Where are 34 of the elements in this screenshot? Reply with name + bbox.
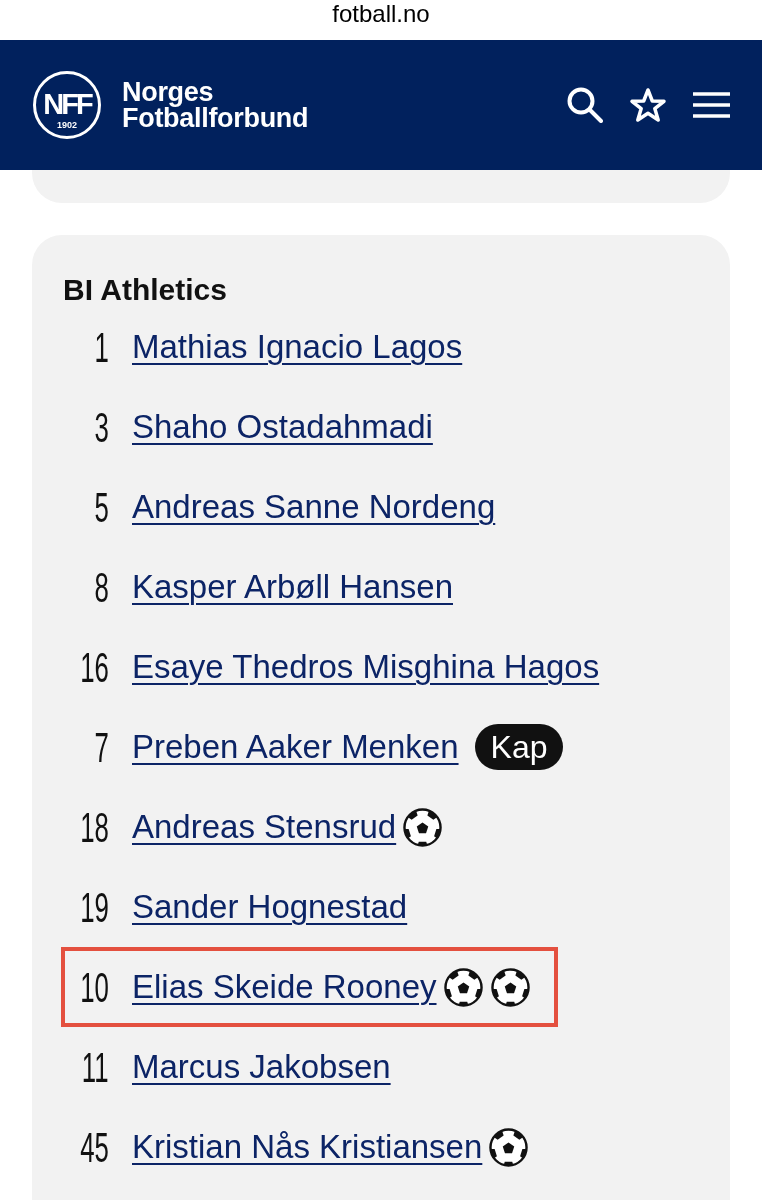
player-link[interactable]: Elias Skeide Rooney [132, 967, 437, 1007]
player-link[interactable]: Kristian Nås Kristiansen [132, 1127, 483, 1167]
player-link[interactable]: Kasper Arbøll Hansen [132, 567, 453, 607]
player-link[interactable]: Mathias Ignacio Lagos [132, 327, 463, 367]
player-link[interactable]: Andreas Stensrud [132, 807, 397, 847]
shirt-number: 1 [94, 325, 109, 369]
search-icon[interactable] [567, 87, 603, 123]
player-link[interactable]: Esaye Thedros Misghina Hagos [132, 647, 600, 687]
soccer-ball-icon [403, 807, 443, 847]
brand-name: Norges [122, 79, 214, 105]
shirt-number: 8 [94, 565, 109, 609]
shirt-number: 10 [80, 965, 109, 1009]
shirt-number: 18 [80, 805, 109, 849]
captain-tag: Kap [474, 724, 564, 770]
menu-icon[interactable] [693, 92, 730, 118]
team-name: BI Athletics [62, 273, 227, 307]
player-link[interactable]: Shaho Ostadahmadi [132, 407, 433, 447]
shirt-number: 5 [94, 485, 109, 529]
player-link[interactable]: Sander Hognestad [132, 887, 408, 927]
shirt-number: 16 [80, 645, 109, 689]
logo-emblem[interactable]: NFF 1902 [33, 71, 101, 139]
shirt-number: 7 [94, 725, 109, 769]
address-text: fotball.no [332, 0, 430, 28]
shirt-number: 3 [94, 405, 109, 449]
shirt-number: 19 [80, 885, 109, 929]
soccer-ball-icon [489, 1127, 529, 1167]
player-link[interactable]: Preben Aaker Menken [132, 727, 459, 767]
star-icon[interactable] [629, 87, 667, 123]
soccer-ball-icon [443, 967, 483, 1007]
player-link[interactable]: Andreas Sanne Nordeng [132, 487, 496, 527]
shirt-number: 45 [80, 1125, 109, 1169]
player-link[interactable]: Marcus Jakobsen [132, 1047, 391, 1087]
shirt-number: 11 [82, 1045, 109, 1089]
soccer-ball-icon [490, 967, 530, 1007]
